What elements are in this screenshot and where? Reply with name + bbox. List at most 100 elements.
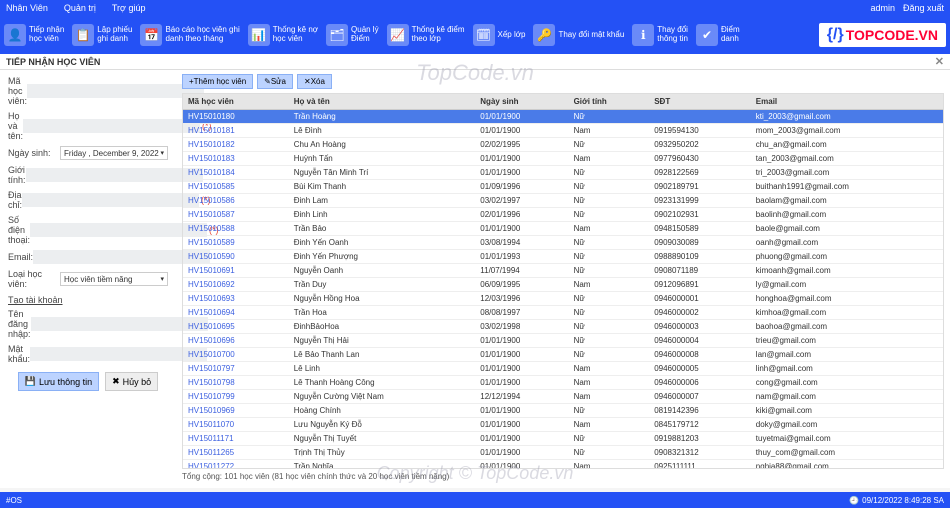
table-row[interactable]: HV15010700Lê Bảo Thanh Lan01/01/1900Nữ09… [183, 348, 943, 362]
cell: 01/01/1900 [475, 376, 568, 390]
toolbar-icon: 📋 [72, 24, 94, 46]
table-row[interactable]: HV15011272Trần Nghĩa01/01/1900Nam0925111… [183, 460, 943, 470]
table-row[interactable]: HV15011070Lưu Nguyễn Ký Đỗ01/01/1900Nam0… [183, 418, 943, 432]
add-button[interactable]: +Thêm học viên [182, 74, 253, 89]
toolbar-item[interactable]: 📅Báo cáo học viên ghi danh theo tháng [140, 24, 239, 46]
table-row[interactable]: HV15010695ĐinhBảoHoa03/02/1998Nữ09460000… [183, 320, 943, 334]
menu-trogiup[interactable]: Trợ giúp [112, 3, 146, 13]
delete-button[interactable]: ✕Xóa [297, 74, 332, 89]
table-row[interactable]: HV15010798Lê Thanh Hoàng Công01/01/1900N… [183, 376, 943, 390]
cell: Trần Nghĩa [289, 460, 476, 470]
select-loai[interactable]: Học viên tiềm năng▾ [60, 272, 168, 286]
cell: 0946000001 [649, 292, 751, 306]
input-ngaysinh[interactable]: Friday , December 9, 2022▾ [60, 146, 168, 160]
cell: Nguyễn Oanh [289, 264, 476, 278]
data-grid[interactable]: Mã học viênHọ và tênNgày sinhGiới tínhSĐ… [182, 93, 944, 469]
cell: 03/02/1997 [475, 194, 568, 208]
col-header[interactable]: Mã học viên [183, 94, 289, 110]
save-button[interactable]: 💾Lưu thông tin [18, 372, 99, 391]
cell: nam@gmail.com [751, 390, 943, 404]
col-header[interactable]: SĐT [649, 94, 751, 110]
toolbar-item[interactable]: 🗂Quản lý Điểm [326, 24, 379, 46]
cell: thuy_com@gmail.com [751, 446, 943, 460]
cell: 01/01/1900 [475, 334, 568, 348]
table-row[interactable]: HV15010694Trần Hoa08/08/1997Nữ0946000002… [183, 306, 943, 320]
table-row[interactable]: HV15010969Hoàng Chính01/01/1900Nữ0819142… [183, 404, 943, 418]
menu-quantri[interactable]: Quản trị [64, 3, 96, 13]
cell: 0946000004 [649, 334, 751, 348]
cell: Nguyễn Hồng Hoa [289, 292, 476, 306]
close-icon[interactable]: ✕ [935, 55, 944, 68]
toolbar-item[interactable]: 🗓Xếp lớp [473, 24, 526, 46]
table-row[interactable]: HV15010797Lê Linh01/01/1900Nam0946000005… [183, 362, 943, 376]
toolbar-label: Lập phiếu ghi danh [97, 26, 132, 44]
toolbar-icon: ✔ [696, 24, 718, 46]
cell: Nam [569, 222, 650, 236]
cell: HV15010691 [183, 264, 289, 278]
cell: Nam [569, 460, 650, 470]
cell: 01/09/1996 [475, 180, 568, 194]
table-row[interactable]: HV15010180Trần Hoàng01/01/1900Nữkti_2003… [183, 110, 943, 124]
cell: Huỳnh Tấn [289, 152, 476, 166]
cell: 01/01/1900 [475, 124, 568, 138]
col-header[interactable]: Giới tính [569, 94, 650, 110]
cell: Hoàng Chính [289, 404, 476, 418]
grid-body: HV15010180Trần Hoàng01/01/1900Nữkti_2003… [183, 110, 943, 470]
cell: 01/01/1900 [475, 432, 568, 446]
input-hoten[interactable] [23, 119, 200, 133]
table-row[interactable]: HV15010181Lê Đình01/01/1900Nam0919594130… [183, 124, 943, 138]
toolbar-item[interactable]: 📊Thống kê nợ học viên [248, 24, 318, 46]
cell: 0948150589 [649, 222, 751, 236]
table-row[interactable]: HV15010588Trần Bảo01/01/1900Nam094815058… [183, 222, 943, 236]
table-row[interactable]: HV15010183Huỳnh Tấn01/01/1900Nam09779604… [183, 152, 943, 166]
col-header[interactable]: Email [751, 94, 943, 110]
input-diachi[interactable] [22, 193, 199, 207]
cell: 01/01/1900 [475, 418, 568, 432]
table-row[interactable]: HV15010585Bùi Kim Thanh01/09/1996Nữ09021… [183, 180, 943, 194]
menu-nhanvien[interactable]: Nhân Viên [6, 3, 48, 13]
cell: HV15011265 [183, 446, 289, 460]
table-row[interactable]: HV15011265Trịnh Thị Thủy01/01/1900Nữ0908… [183, 446, 943, 460]
cell: Nữ [569, 432, 650, 446]
table-row[interactable]: HV15010590Đinh Yến Phượng01/01/1993Nữ098… [183, 250, 943, 264]
toolbar-item[interactable]: ℹThay đổi thông tin [632, 24, 688, 46]
col-header[interactable]: Họ và tên [289, 94, 476, 110]
table-row[interactable]: HV15010586Đinh Lam03/02/1997Nữ0923131999… [183, 194, 943, 208]
table-row[interactable]: HV15010587Đinh Linh02/01/1996Nữ090210293… [183, 208, 943, 222]
cell: HV15010182 [183, 138, 289, 152]
table-row[interactable]: HV15010693Nguyễn Hồng Hoa12/03/1996Nữ094… [183, 292, 943, 306]
col-header[interactable]: Ngày sinh [475, 94, 568, 110]
toolbar-item[interactable]: 👤Tiếp nhận học viên [4, 24, 64, 46]
cell: 02/01/1996 [475, 208, 568, 222]
table-row[interactable]: HV15010589Đinh Yến Oanh03/08/1994Nữ09090… [183, 236, 943, 250]
cell: kimhoa@gmail.com [751, 306, 943, 320]
cell: 12/03/1996 [475, 292, 568, 306]
cell: 12/12/1994 [475, 390, 568, 404]
chevron-down-icon[interactable]: ▾ [160, 149, 164, 157]
chevron-down-icon[interactable]: ▾ [160, 275, 164, 283]
cell: tri_2003@gmail.com [751, 166, 943, 180]
table-row[interactable]: HV15010691Nguyễn Oanh11/07/1994Nữ0908071… [183, 264, 943, 278]
logout-link[interactable]: Đăng xuất [903, 3, 944, 13]
cell: Nguyễn Thị Tuyết [289, 432, 476, 446]
edit-button[interactable]: ✎Sửa [257, 74, 293, 89]
table-row[interactable]: HV15010799Nguyễn Cường Việt Nam12/12/199… [183, 390, 943, 404]
toolbar-item[interactable]: ✔Điểm danh [696, 24, 740, 46]
cell: 06/09/1995 [475, 278, 568, 292]
cell: 01/01/1900 [475, 166, 568, 180]
toolbar-item[interactable]: 📋Lập phiếu ghi danh [72, 24, 132, 46]
cell: HV15010696 [183, 334, 289, 348]
cell: 0977960430 [649, 152, 751, 166]
toolbar-item[interactable]: 🔑Thay đổi mật khẩu [533, 24, 624, 46]
table-row[interactable]: HV15010692Trần Duy06/09/1995Nam091209689… [183, 278, 943, 292]
label-diachi: Địa chỉ: [8, 190, 22, 210]
cancel-button[interactable]: ✖Hủy bỏ [105, 372, 158, 391]
table-row[interactable]: HV15010184Nguyễn Tân Minh Trí01/01/1900N… [183, 166, 943, 180]
table-row[interactable]: HV15010696Nguyễn Thị Hải01/01/1900Nữ0946… [183, 334, 943, 348]
table-row[interactable]: HV15011171Nguyễn Thị Tuyết01/01/1900Nữ09… [183, 432, 943, 446]
cell: doky@gmail.com [751, 418, 943, 432]
cell: HV15010799 [183, 390, 289, 404]
toolbar-item[interactable]: 📈Thống kê điểm theo lớp [387, 24, 465, 46]
cell: Bùi Kim Thanh [289, 180, 476, 194]
table-row[interactable]: HV15010182Chu An Hoàng02/02/1995Nữ093295… [183, 138, 943, 152]
